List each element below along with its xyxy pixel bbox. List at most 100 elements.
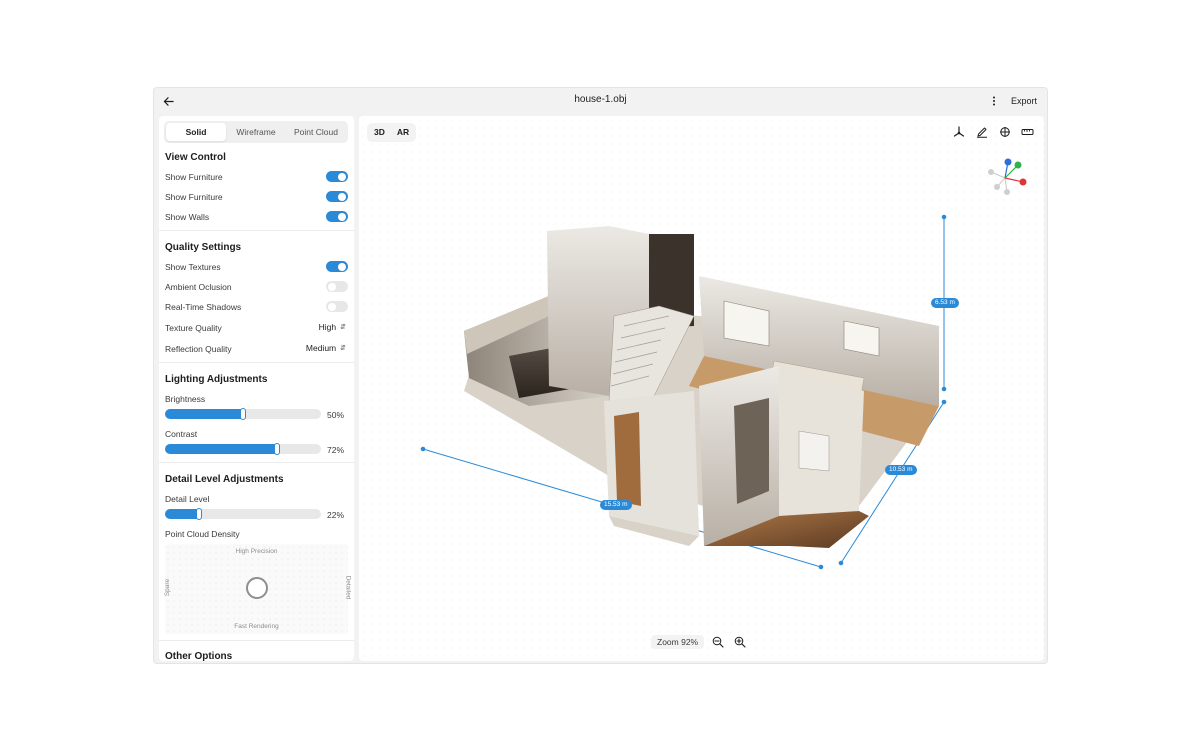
real-time-shadows-label: Real-Time Shadows (165, 302, 242, 312)
ruler-button[interactable] (1019, 123, 1036, 140)
zoom-controls: Zoom 92% (651, 634, 748, 650)
slider-fill (165, 509, 199, 519)
slider-thumb[interactable] (274, 443, 280, 455)
contrast-label: Contrast (165, 429, 198, 439)
toggle-knob (328, 282, 336, 291)
show-walls-toggle[interactable] (326, 211, 348, 222)
height-measure-label[interactable]: 6.53 m (931, 298, 959, 308)
ambient-occlusion-toggle[interactable] (326, 281, 348, 292)
pad-left-label: Spare (164, 578, 172, 597)
ruler-icon (1021, 128, 1034, 135)
more-options-button[interactable] (987, 93, 1001, 109)
export-button[interactable]: Export (1006, 93, 1042, 109)
divider (159, 640, 354, 641)
brightness-label: Brightness (165, 394, 206, 404)
zoom-out-icon (712, 636, 724, 648)
axis-z[interactable] (1004, 158, 1012, 166)
density-handle[interactable] (246, 577, 268, 599)
axis-move-icon (953, 125, 964, 137)
view-control-title: View Control (165, 152, 226, 163)
annotate-button[interactable] (973, 123, 990, 140)
lighting-title: Lighting Adjustments (165, 374, 268, 385)
show-walls-label: Show Walls (165, 212, 210, 222)
detail-level-title: Detail Level Adjustments (165, 474, 284, 485)
axis-x[interactable] (1019, 178, 1027, 186)
settings-sidebar: Solid Wireframe Point Cloud View Control… (159, 116, 354, 661)
depth-measure-label[interactable]: 10.53 m (885, 465, 917, 475)
contrast-slider[interactable] (165, 443, 321, 455)
texture-quality-value: High (318, 322, 337, 332)
globe-grid-button[interactable] (996, 123, 1013, 140)
house-model[interactable] (359, 116, 1044, 661)
mode-ar[interactable]: AR (392, 125, 414, 140)
axis-neg-x[interactable] (988, 169, 994, 175)
toggle-knob (328, 302, 336, 311)
3d-viewport[interactable]: 6.53 m 10.53 m 15.53 m 3D AR Zoom 92% (359, 116, 1044, 661)
toggle-knob (338, 212, 346, 221)
front-room-doorway (734, 398, 769, 504)
zoom-level: Zoom 92% (651, 635, 705, 649)
brightness-value: 50% (326, 410, 344, 420)
point-cloud-density-pad[interactable]: High Precision Fast Rendering Spare Deta… (164, 544, 352, 634)
chevron-updown-icon: ⇵ (340, 324, 346, 331)
axis-neg-z[interactable] (1004, 189, 1010, 195)
pad-top-label: High Precision (235, 548, 278, 555)
toggle-knob (338, 192, 346, 201)
chevron-updown-icon: ⇵ (340, 345, 346, 352)
zoom-in-button[interactable] (732, 634, 748, 650)
app-window: house-1.obj Export Solid Wireframe Point… (153, 87, 1048, 664)
zoom-in-icon (734, 636, 746, 648)
axis-y[interactable] (1014, 161, 1022, 169)
brightness-slider[interactable] (165, 408, 321, 420)
tab-solid[interactable]: Solid (166, 123, 226, 141)
view-mode-tabs: 3D AR (367, 123, 417, 142)
point-cloud-density-label: Point Cloud Density (165, 529, 240, 539)
globe-grid-icon (999, 126, 1010, 137)
detail-level-value: 22% (326, 510, 344, 520)
tab-point-cloud[interactable]: Point Cloud (286, 123, 346, 141)
width-measure-label[interactable]: 15.53 m (600, 500, 632, 510)
show-textures-toggle[interactable] (326, 261, 348, 272)
render-mode-tabs: Solid Wireframe Point Cloud (164, 121, 348, 143)
detail-level-slider[interactable] (165, 508, 321, 520)
pad-right-label: Detailed (344, 575, 352, 600)
shower-panel (798, 430, 830, 472)
show-furniture-toggle-2[interactable] (326, 191, 348, 202)
show-furniture-toggle[interactable] (326, 171, 348, 182)
more-vertical-icon (993, 96, 995, 106)
toggle-knob (338, 172, 346, 181)
document-title: house-1.obj (574, 94, 627, 105)
show-furniture-label: Show Furniture (165, 172, 223, 182)
quality-settings-title: Quality Settings (165, 242, 242, 253)
front-left-wood-panel (614, 412, 641, 506)
other-options-title[interactable]: Other Options (165, 651, 232, 661)
show-furniture-label-2: Show Furniture (165, 192, 223, 202)
mode-3d[interactable]: 3D (369, 125, 390, 140)
reflection-quality-label: Reflection Quality (165, 344, 232, 354)
show-textures-label: Show Textures (165, 262, 221, 272)
reflection-quality-select[interactable]: Medium ⇵ (306, 343, 346, 353)
slider-fill (165, 409, 243, 419)
divider (159, 462, 354, 463)
zoom-out-button[interactable] (710, 634, 726, 650)
slider-thumb[interactable] (240, 408, 246, 420)
viewport-toolbar (950, 123, 1036, 140)
real-time-shadows-toggle[interactable] (326, 301, 348, 312)
reflection-quality-value: Medium (305, 343, 337, 353)
top-bar: house-1.obj Export (154, 88, 1047, 114)
detail-level-label: Detail Level (165, 494, 210, 504)
pad-bottom-label: Fast Rendering (234, 623, 279, 630)
texture-quality-label: Texture Quality (165, 323, 222, 333)
slider-thumb[interactable] (196, 508, 202, 520)
divider (159, 362, 354, 363)
annotate-icon (976, 127, 987, 138)
contrast-value: 72% (326, 445, 344, 455)
ambient-occlusion-label: Ambient Oclusion (165, 282, 232, 292)
texture-quality-select[interactable]: High ⇵ (319, 322, 346, 332)
axis-move-button[interactable] (950, 123, 967, 140)
divider (159, 230, 354, 231)
slider-fill (165, 444, 277, 454)
axis-neg-y[interactable] (994, 184, 1000, 190)
orientation-gizmo[interactable] (983, 156, 1028, 201)
tab-wireframe[interactable]: Wireframe (226, 123, 286, 141)
